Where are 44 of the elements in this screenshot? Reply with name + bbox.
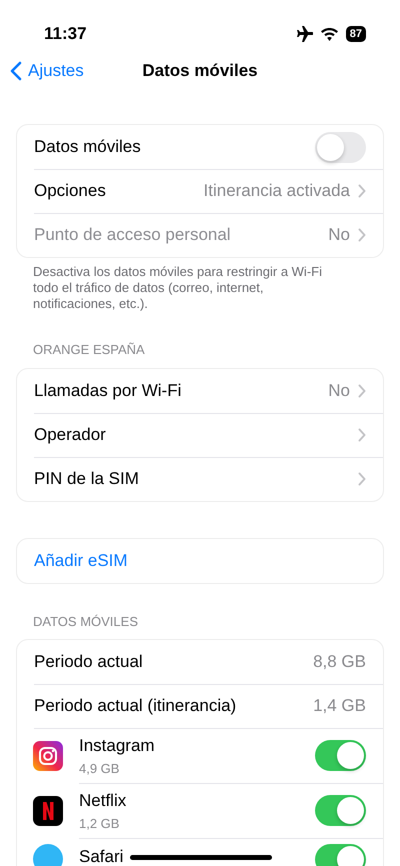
app-name: Netflix	[79, 791, 126, 810]
row-label: Llamadas por Wi-Fi	[34, 380, 182, 402]
chevron-icon	[358, 228, 366, 242]
section-header: DATOS MÓVILES	[32, 612, 139, 630]
settings-row[interactable]: Opciones Itinerancia activada	[17, 169, 383, 213]
app-usage: 4,9 GB	[79, 760, 120, 778]
row-value: No	[328, 224, 350, 246]
back-chevron-icon	[10, 61, 22, 81]
chevron-icon	[358, 472, 366, 486]
airplane-icon	[294, 26, 313, 42]
settings-row[interactable]: PIN de la SIM	[17, 456, 383, 500]
row-label: Opciones	[34, 180, 107, 202]
toggle-switch[interactable]	[315, 740, 366, 771]
row-label: Periodo actual	[34, 651, 144, 674]
row-label: Operador	[34, 424, 107, 446]
app-icon	[33, 796, 63, 826]
toggle-switch[interactable]	[315, 132, 366, 162]
back-button[interactable]: Ajustes	[10, 58, 84, 84]
row-label: Datos móviles	[34, 136, 142, 158]
chevron-icon	[358, 184, 366, 198]
row-value: 1,4 GB	[313, 695, 366, 718]
status-time: 11:37	[44, 23, 87, 46]
row-label: Punto de acceso personal	[34, 224, 232, 246]
toggle-switch[interactable]	[315, 795, 366, 826]
chevron-icon	[358, 384, 366, 398]
app-name: Safari	[79, 847, 124, 866]
section-header: ORANGE ESPAÑA	[32, 341, 146, 359]
wifi-icon	[320, 28, 338, 40]
row-value: No	[328, 380, 350, 402]
app-usage: 1,2 GB	[79, 814, 120, 832]
settings-row[interactable]: Llamadas por Wi-Fi No	[17, 368, 383, 412]
toggle-switch[interactable]	[315, 844, 366, 866]
camera-app-icon	[33, 740, 63, 770]
battery-level: 87	[346, 26, 366, 42]
section-footer: Desactiva los datos móviles para restringir a Wi-Fi todo el tráfico de datos (correo, internet, notificaciones, etc.).	[16, 258, 384, 312]
app-name: Instagram	[79, 736, 155, 755]
chevron-icon	[358, 428, 366, 442]
settings-row[interactable]: Operador	[17, 412, 383, 456]
row-value: Itinerancia activada	[204, 180, 350, 202]
row-label: Periodo actual (itinerancia)	[34, 695, 238, 718]
row-label: PIN de la SIM	[34, 468, 140, 490]
row-value: 8,8 GB	[313, 651, 366, 674]
screen-title: Datos móviles	[142, 61, 258, 80]
add-esim-link[interactable]: Añadir eSIM	[34, 548, 128, 574]
